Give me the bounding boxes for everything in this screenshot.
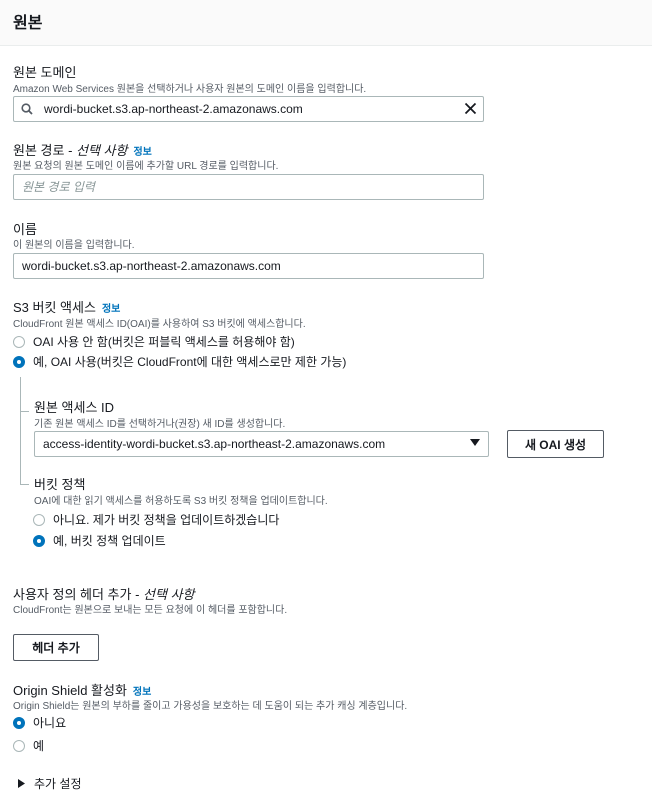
s3-access-desc: CloudFront 원본 액세스 ID(OAI)를 사용하여 S3 버킷에 액… <box>13 319 306 330</box>
bucket-policy-option-no[interactable]: 아니요. 제가 버킷 정책을 업데이트하겠습니다 <box>33 511 279 528</box>
radio-button-selected[interactable] <box>13 355 25 368</box>
origin-domain-label: 원본 도메인 <box>13 65 77 80</box>
tree-connector <box>20 377 21 484</box>
search-icon <box>21 103 33 115</box>
s3-access-info-link[interactable]: 정보 <box>102 304 120 315</box>
s3-access-option-no-oai[interactable]: OAI 사용 안 함(버킷은 퍼블릭 액세스를 허용해야 함) <box>13 333 295 350</box>
additional-settings-toggle[interactable]: 추가 설정 <box>18 775 82 792</box>
origin-path-label-text: 원본 경로 - <box>13 143 77 158</box>
bucket-policy-label: 버킷 정책 <box>34 477 86 492</box>
additional-settings-label: 추가 설정 <box>34 777 82 791</box>
section-header: 원본 <box>0 0 652 46</box>
name-desc: 이 원본의 이름을 입력합니다. <box>13 240 135 251</box>
custom-headers-optional: 선택 사항 <box>143 587 195 602</box>
origin-shield-option-no[interactable]: 아니요 <box>13 714 66 731</box>
oai-label: 원본 액세스 ID <box>34 400 115 415</box>
name-input[interactable]: wordi-bucket.s3.ap-northeast-2.amazonaws… <box>13 253 484 279</box>
origin-shield-desc: Origin Shield는 원본의 부하를 줄이고 가용성을 보호하는 데 도… <box>13 701 408 712</box>
radio-button[interactable] <box>13 335 25 348</box>
s3-access-option-use-oai[interactable]: 예, OAI 사용(버킷은 CloudFront에 대한 액세스로만 제한 가능… <box>13 353 346 370</box>
new-oai-button[interactable]: 새 OAI 생성 <box>507 430 604 458</box>
radio-button-selected[interactable] <box>13 716 25 729</box>
bucket-policy-option-yes[interactable]: 예, 버킷 정책 업데이트 <box>33 532 166 549</box>
radio-button[interactable] <box>33 513 45 526</box>
oai-select[interactable]: access-identity-wordi-bucket.s3.ap-north… <box>34 431 489 457</box>
origin-path-placeholder: 원본 경로 입력 <box>22 180 95 194</box>
s3-access-option-label: 예, OAI 사용(버킷은 CloudFront에 대한 액세스로만 제한 가능… <box>33 355 347 369</box>
section-title: 원본 <box>13 15 43 32</box>
origin-shield-label-text: Origin Shield 활성화 <box>13 683 127 698</box>
oai-select-value: access-identity-wordi-bucket.s3.ap-north… <box>43 437 386 451</box>
bucket-policy-option-label: 아니요. 제가 버킷 정책을 업데이트하겠습니다 <box>53 513 280 527</box>
name-value: wordi-bucket.s3.ap-northeast-2.amazonaws… <box>22 259 281 273</box>
oai-desc: 기존 원본 액세스 ID를 선택하거나(권장) 새 ID를 생성합니다. <box>34 419 286 430</box>
bucket-policy-desc: OAI에 대한 읽기 액세스를 허용하도록 S3 버킷 정책을 업데이트합니다. <box>34 496 328 507</box>
caret-down-icon <box>470 439 480 446</box>
origin-domain-desc: Amazon Web Services 원본을 선택하거나 사용자 원본의 도메… <box>13 84 367 95</box>
clear-icon[interactable] <box>464 102 477 115</box>
origin-path-optional: 선택 사항 <box>76 143 128 158</box>
origin-shield-option-label: 아니요 <box>33 716 67 730</box>
origin-path-desc: 원본 요청의 원본 도메인 이름에 추가할 URL 경로를 입력합니다. <box>13 161 279 172</box>
custom-headers-label-text: 사용자 정의 헤더 추가 - <box>13 587 144 602</box>
origin-domain-value: wordi-bucket.s3.ap-northeast-2.amazonaws… <box>44 102 303 116</box>
radio-button[interactable] <box>13 739 25 752</box>
origin-domain-input[interactable]: wordi-bucket.s3.ap-northeast-2.amazonaws… <box>13 96 484 122</box>
tree-connector <box>20 484 29 485</box>
origin-shield-option-yes[interactable]: 예 <box>13 737 44 754</box>
bucket-policy-option-label: 예, 버킷 정책 업데이트 <box>53 534 166 548</box>
origin-path-input[interactable]: 원본 경로 입력 <box>13 174 484 200</box>
s3-access-option-label: OAI 사용 안 함(버킷은 퍼블릭 액세스를 허용해야 함) <box>33 335 295 349</box>
tree-connector <box>20 411 29 412</box>
custom-headers-desc: CloudFront는 원본으로 보내는 모든 요청에 이 헤더를 포함합니다. <box>13 605 288 616</box>
s3-access-label-text: S3 버킷 액세스 <box>13 300 96 315</box>
caret-right-icon <box>18 779 25 788</box>
radio-button-selected[interactable] <box>33 534 45 547</box>
s3-access-label: S3 버킷 액세스 정보 <box>13 297 120 316</box>
origin-shield-option-label: 예 <box>33 739 45 753</box>
add-header-button[interactable]: 헤더 추가 <box>13 634 99 661</box>
